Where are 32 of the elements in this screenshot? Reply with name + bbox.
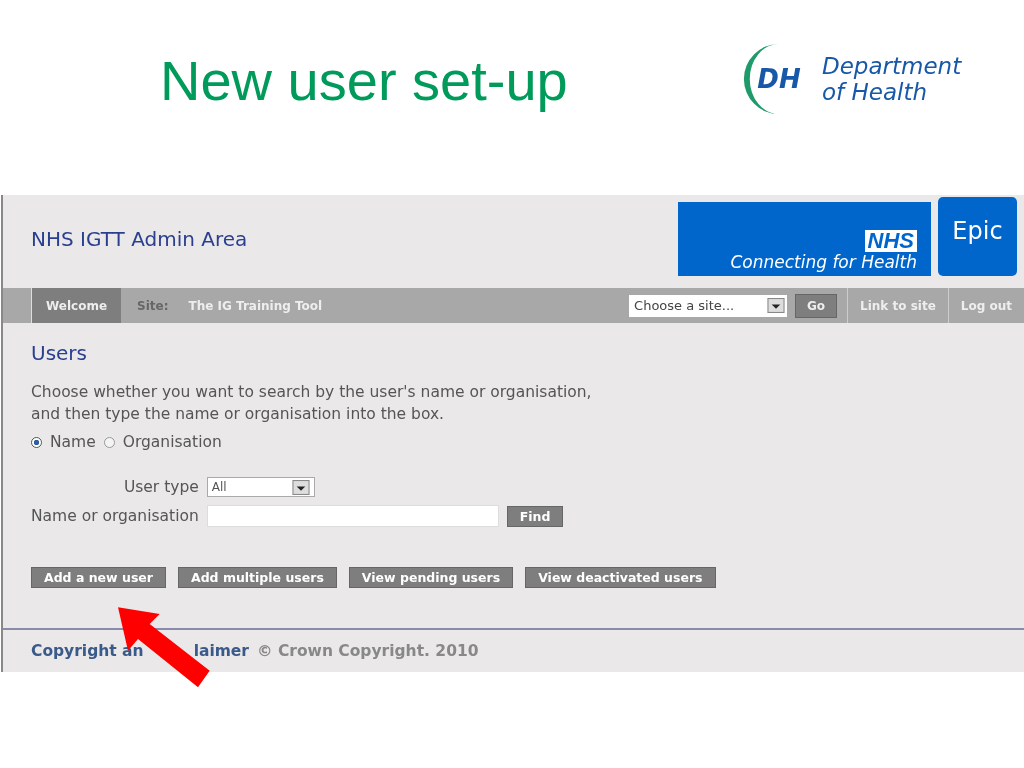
radio-label: Name [50,433,96,451]
logo-text: of Health [822,79,928,105]
site-select[interactable]: Choose a site... [629,294,788,317]
intro-text: Choose whether you want to search by the user's name or organisation, and then type the name or organisation into the box. [31,382,593,425]
footer-link[interactable]: laimer [193,642,250,660]
section-heading: Users [31,341,88,365]
footer-text: © Crown Copyright. 2010 [257,642,479,660]
find-button[interactable]: Find [506,505,564,527]
radio-button[interactable] [103,436,115,448]
nav-tab[interactable]: Welcome [31,288,122,323]
slide-title: New user set-up [160,48,569,113]
radio-button[interactable] [31,436,42,448]
input-field[interactable] [206,505,499,527]
nav-link[interactable]: Log out [947,288,1024,323]
action-button[interactable]: Add multiple users [177,567,337,588]
field-label: User type [123,478,199,496]
radio-label: Organisation [122,433,222,451]
action-button[interactable]: View deactivated users [525,567,716,588]
field-label: Name or organisation [31,507,199,525]
go-button[interactable]: Go [795,293,838,318]
epic-badge: Epic [938,197,1017,276]
dh-logo-mark: DH [740,40,818,118]
site-label: Site: [137,298,169,313]
site-name: The IG Training Tool [188,298,323,313]
nav-link[interactable]: Link to site [847,288,948,323]
action-button[interactable]: Add a new user [31,567,166,588]
user-type-select[interactable]: All [206,477,315,497]
action-button[interactable]: View pending users [348,567,514,588]
logo-text: Department [822,53,962,79]
app-title: NHS IGTT Admin Area [31,227,249,251]
footer-link[interactable]: Copyright an [31,642,144,660]
nhs-logo: NHS Connecting for Health [678,202,931,276]
